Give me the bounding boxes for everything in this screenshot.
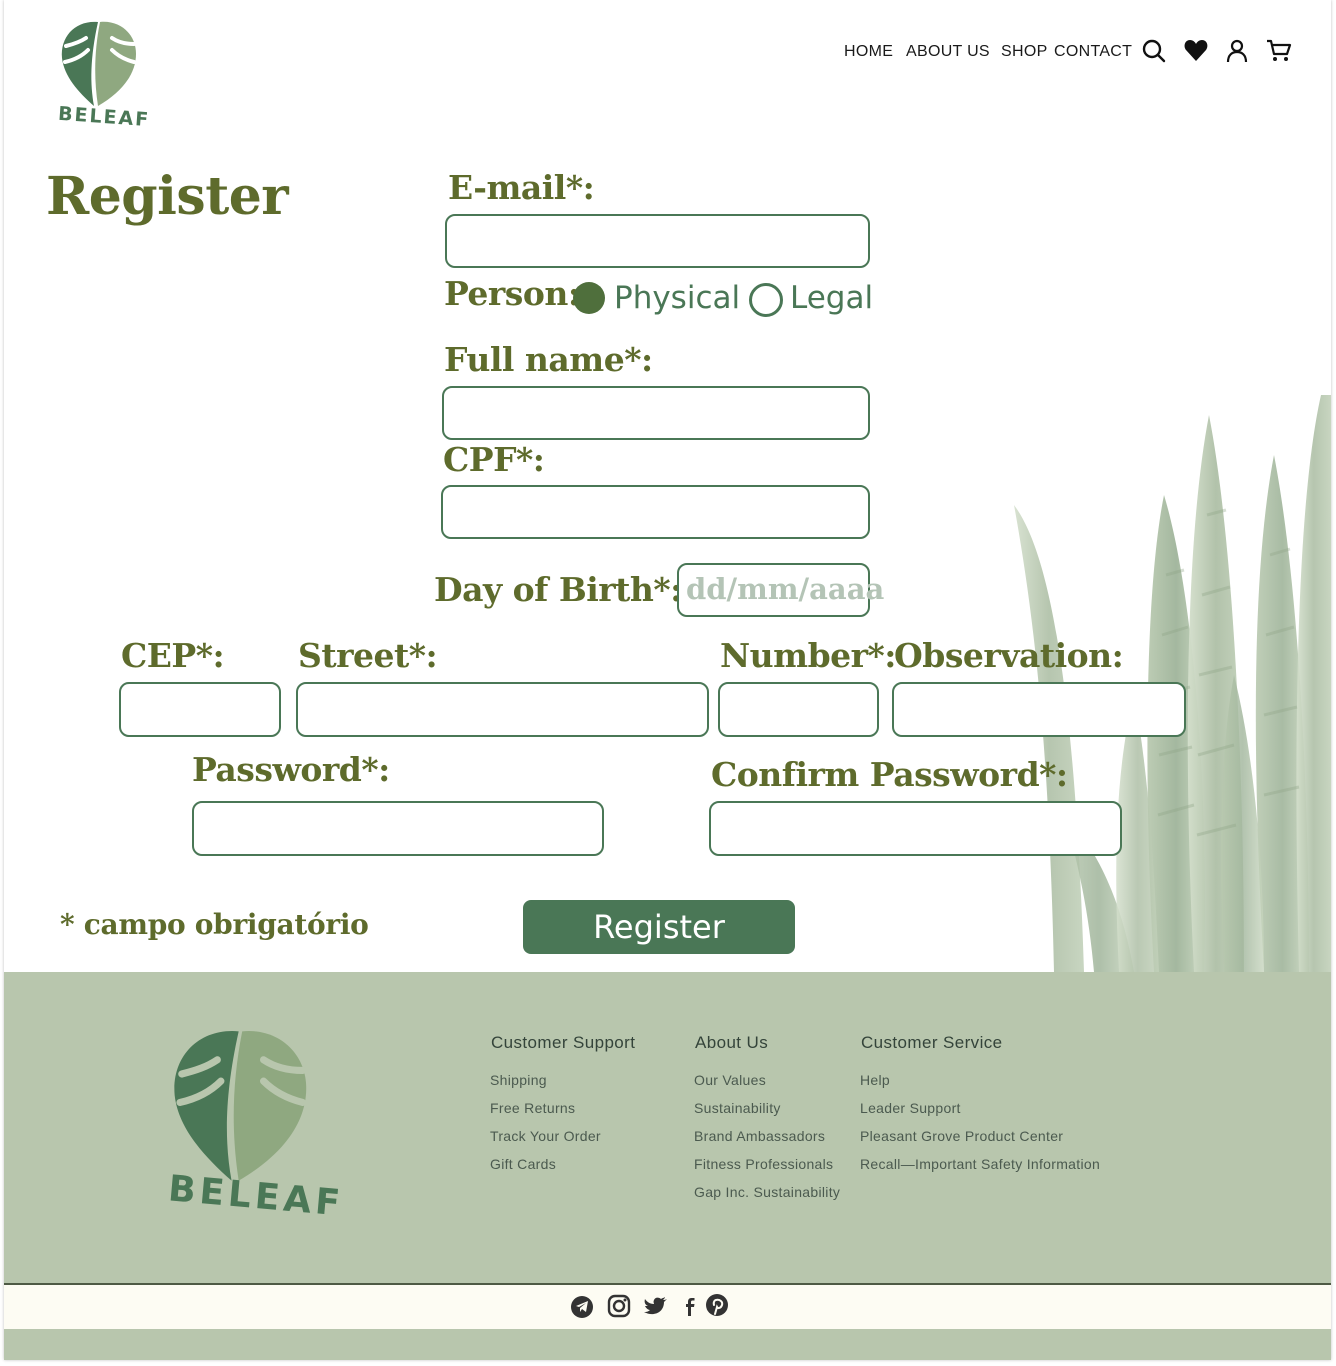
nav-home[interactable]: HOME — [844, 43, 893, 61]
footer: BELEAF Customer Support Shipping Free Re… — [4, 972, 1331, 1283]
footer-link-track-order[interactable]: Track Your Order — [490, 1128, 601, 1144]
footer-link-recall[interactable]: Recall—Important Safety Information — [860, 1156, 1100, 1172]
birth-date-input[interactable]: dd/mm/aaaa — [677, 563, 884, 617]
user-icon[interactable] — [1224, 38, 1250, 64]
footer-link-product-center[interactable]: Pleasant Grove Product Center — [860, 1128, 1063, 1144]
footer-link-sustainability[interactable]: Sustainability — [694, 1100, 781, 1116]
page: BELEAF HOME ABOUT US SHOP CONTACT Regist… — [4, 0, 1331, 1360]
nav-shop[interactable]: SHOP — [1001, 43, 1048, 61]
email-input[interactable] — [445, 214, 870, 268]
person-label: Person: — [444, 274, 580, 313]
birth-label: Day of Birth*: — [434, 570, 682, 609]
street-input[interactable] — [296, 682, 709, 737]
footer-col-customer-support-title: Customer Support — [491, 1033, 636, 1052]
footer-col-customer-service-title: Customer Service — [861, 1033, 1003, 1052]
cep-input[interactable] — [119, 682, 281, 737]
footer-link-brand-ambassadors[interactable]: Brand Ambassadors — [694, 1128, 825, 1144]
cart-icon[interactable] — [1266, 38, 1292, 64]
confirm-password-label: Confirm Password*: — [711, 755, 1068, 794]
password-input[interactable] — [192, 801, 604, 856]
cpf-input[interactable] — [441, 485, 870, 539]
heart-icon[interactable] — [1183, 38, 1209, 64]
fullname-input[interactable] — [442, 386, 870, 440]
footer-bottom-strip — [4, 1329, 1331, 1360]
footer-logo[interactable]: BELEAF — [164, 1016, 345, 1246]
search-icon[interactable] — [1141, 38, 1167, 64]
observation-label: Observation: — [894, 636, 1124, 675]
cep-label: CEP*: — [121, 636, 225, 675]
header-logo[interactable]: BELEAF — [56, 14, 151, 136]
fullname-label: Full name*: — [444, 340, 653, 379]
nav-contact[interactable]: CONTACT — [1054, 43, 1132, 61]
person-physical-label[interactable]: Physical — [614, 280, 740, 316]
footer-col-about-us-title: About Us — [695, 1033, 769, 1052]
footer-link-shipping[interactable]: Shipping — [490, 1072, 547, 1088]
confirm-password-input[interactable] — [709, 801, 1122, 856]
instagram-icon[interactable] — [606, 1293, 632, 1319]
footer-link-gift-cards[interactable]: Gift Cards — [490, 1156, 556, 1172]
person-legal-label[interactable]: Legal — [790, 280, 873, 316]
required-note: * campo obrigatório — [60, 908, 369, 941]
register-button[interactable]: Register — [523, 900, 795, 954]
email-label: E-mail*: — [448, 168, 595, 207]
twitter-icon[interactable] — [643, 1293, 669, 1319]
footer-link-our-values[interactable]: Our Values — [694, 1072, 766, 1088]
facebook-icon[interactable] — [677, 1293, 703, 1319]
footer-link-fitness-professionals[interactable]: Fitness Professionals — [694, 1156, 833, 1172]
footer-link-free-returns[interactable]: Free Returns — [490, 1100, 575, 1116]
number-label: Number*: — [720, 636, 896, 675]
footer-link-help[interactable]: Help — [860, 1072, 890, 1088]
page-title: Register — [46, 166, 289, 227]
pinterest-icon[interactable] — [704, 1293, 730, 1319]
birth-date-placeholder: dd/mm/aaaa — [686, 572, 885, 606]
footer-link-gap-sustainability[interactable]: Gap Inc. Sustainability — [694, 1184, 840, 1200]
person-legal-radio[interactable] — [749, 283, 783, 317]
telegram-icon[interactable] — [569, 1293, 595, 1319]
observation-input[interactable] — [892, 682, 1186, 737]
number-input[interactable] — [718, 682, 879, 737]
password-label: Password*: — [192, 750, 390, 789]
nav-about-us[interactable]: ABOUT US — [906, 43, 990, 61]
cpf-label: CPF*: — [443, 440, 545, 479]
street-label: Street*: — [298, 636, 438, 675]
person-physical-radio[interactable] — [573, 282, 605, 314]
footer-link-leader-support[interactable]: Leader Support — [860, 1100, 961, 1116]
